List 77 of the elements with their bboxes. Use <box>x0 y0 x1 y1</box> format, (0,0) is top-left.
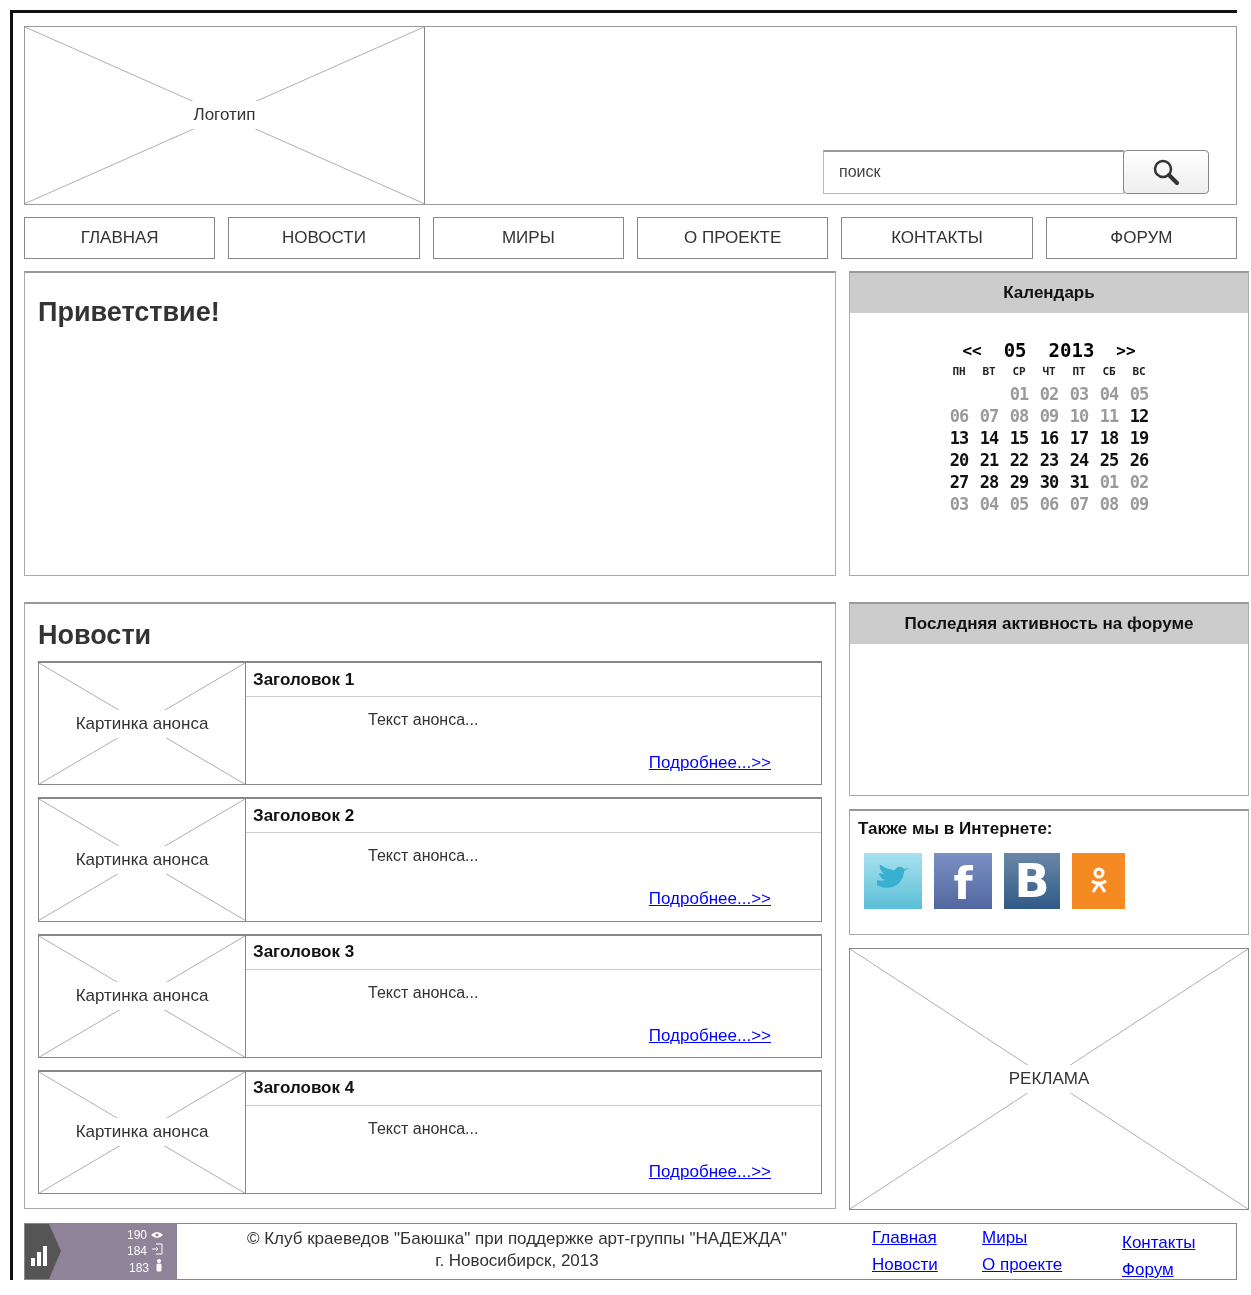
news-title: Новости <box>38 620 153 651</box>
news-excerpt: Текст анонса... <box>368 847 480 866</box>
bird-icon[interactable] <box>864 853 922 909</box>
footer-link[interactable]: Форум <box>1122 1256 1236 1280</box>
weekday-label: ВС <box>1132 365 1146 378</box>
copyright-text: © Клуб краеведов "Баюшка" при поддержке арт-группы "НАДЕЖДА" <box>246 1228 788 1250</box>
calendar-day[interactable]: 15 <box>1009 428 1029 448</box>
nav-button[interactable]: ГЛАВНАЯ <box>24 216 216 259</box>
nav-button[interactable]: О ПРОЕКТЕ <box>637 216 829 259</box>
news-excerpt: Текст анонса... <box>368 1119 480 1138</box>
footer-link[interactable]: Новости <box>872 1251 982 1278</box>
footer-link[interactable]: Главная <box>872 1224 982 1251</box>
next-month-button[interactable]: >> <box>1116 340 1136 360</box>
news-heading: Заголовок 2 <box>246 799 821 834</box>
chart-icon <box>25 1224 61 1279</box>
calendar-day[interactable]: 18 <box>1099 428 1119 448</box>
visitor-counter[interactable]: 190 184 183 <box>25 1224 177 1279</box>
prev-month-button[interactable]: << <box>962 340 982 360</box>
calendar-day[interactable]: 28 <box>979 472 999 492</box>
footer-link[interactable]: Контакты <box>1122 1229 1236 1256</box>
news-heading: Заголовок 1 <box>246 663 821 697</box>
weekday-label: СБ <box>1102 365 1116 378</box>
read-more-link[interactable]: Подробнее...>> <box>648 889 771 910</box>
calendar-day[interactable]: 26 <box>1129 450 1149 470</box>
calendar-day[interactable]: 14 <box>979 428 999 448</box>
search-icon <box>1152 157 1180 186</box>
calendar-day[interactable]: 19 <box>1129 428 1149 448</box>
eye-icon <box>151 1231 163 1239</box>
welcome-title: Приветствие! <box>38 297 221 328</box>
weekday-label: ЧТ <box>1042 365 1056 378</box>
search-field[interactable]: поиск <box>823 149 1124 194</box>
nav-button[interactable]: ФОРУМ <box>1045 216 1237 259</box>
odnoklassniki-logo-icon[interactable] <box>1072 853 1125 909</box>
news-excerpt: Текст анонса... <box>368 711 480 729</box>
calendar-day[interactable]: 23 <box>1039 450 1059 470</box>
nav-button[interactable]: КОНТАКТЫ <box>841 216 1033 259</box>
news-heading: Заголовок 4 <box>246 1071 821 1106</box>
calendar-title: Календарь <box>850 273 1248 313</box>
calendar-day[interactable]: 22 <box>1009 450 1029 470</box>
weekday-label: ПТ <box>1072 365 1086 378</box>
weekday-label: СР <box>1012 365 1026 378</box>
calendar-day[interactable]: 31 <box>1069 472 1089 492</box>
calendar-day[interactable]: 20 <box>949 450 969 470</box>
calendar-day[interactable]: 24 <box>1069 450 1089 470</box>
counter-value: 183 <box>128 1259 163 1276</box>
footer-link[interactable]: Миры <box>982 1224 1122 1251</box>
calendar-day[interactable]: 30 <box>1039 472 1059 492</box>
copyright-text: г. Новосибирск, 2013 <box>435 1250 599 1272</box>
nav-button[interactable]: НОВОСТИ <box>228 216 420 259</box>
calendar-day[interactable]: 25 <box>1099 450 1119 470</box>
person-icon <box>155 1259 163 1272</box>
read-more-link[interactable]: Подробнее...>> <box>648 1161 771 1182</box>
facebook-logo-icon[interactable]: f <box>934 853 992 909</box>
counter-value: 184 <box>126 1243 163 1259</box>
social-title: Также мы в Интернете: <box>857 818 1054 839</box>
calendar-month: 05 <box>1003 339 1027 361</box>
calendar-day[interactable]: 21 <box>979 450 999 470</box>
weekday-label: ПН <box>952 365 966 378</box>
search-button[interactable] <box>1123 149 1209 194</box>
read-more-link[interactable]: Подробнее...>> <box>648 753 771 773</box>
calendar-day[interactable]: 16 <box>1039 428 1059 448</box>
calendar-day[interactable]: 29 <box>1009 472 1029 492</box>
calendar-day[interactable]: 13 <box>949 428 969 448</box>
calendar-year: 2013 <box>1048 339 1095 361</box>
news-excerpt: Текст анонса... <box>368 983 480 1002</box>
weekday-label: ВТ <box>982 365 996 378</box>
forum-title: Последняя активность на форуме <box>850 604 1248 644</box>
footer-link[interactable]: О проекте <box>982 1251 1122 1278</box>
login-icon <box>151 1243 163 1255</box>
calendar-day[interactable]: 12 <box>1129 406 1149 426</box>
read-more-link[interactable]: Подробнее...>> <box>648 1025 771 1046</box>
calendar-day[interactable]: 27 <box>949 472 969 492</box>
vk-logo-icon[interactable]: B <box>1004 853 1060 909</box>
calendar-day[interactable]: 17 <box>1069 428 1089 448</box>
counter-value: 190 <box>126 1227 163 1243</box>
nav-button[interactable]: МИРЫ <box>432 216 624 259</box>
news-heading: Заголовок 3 <box>246 935 821 970</box>
